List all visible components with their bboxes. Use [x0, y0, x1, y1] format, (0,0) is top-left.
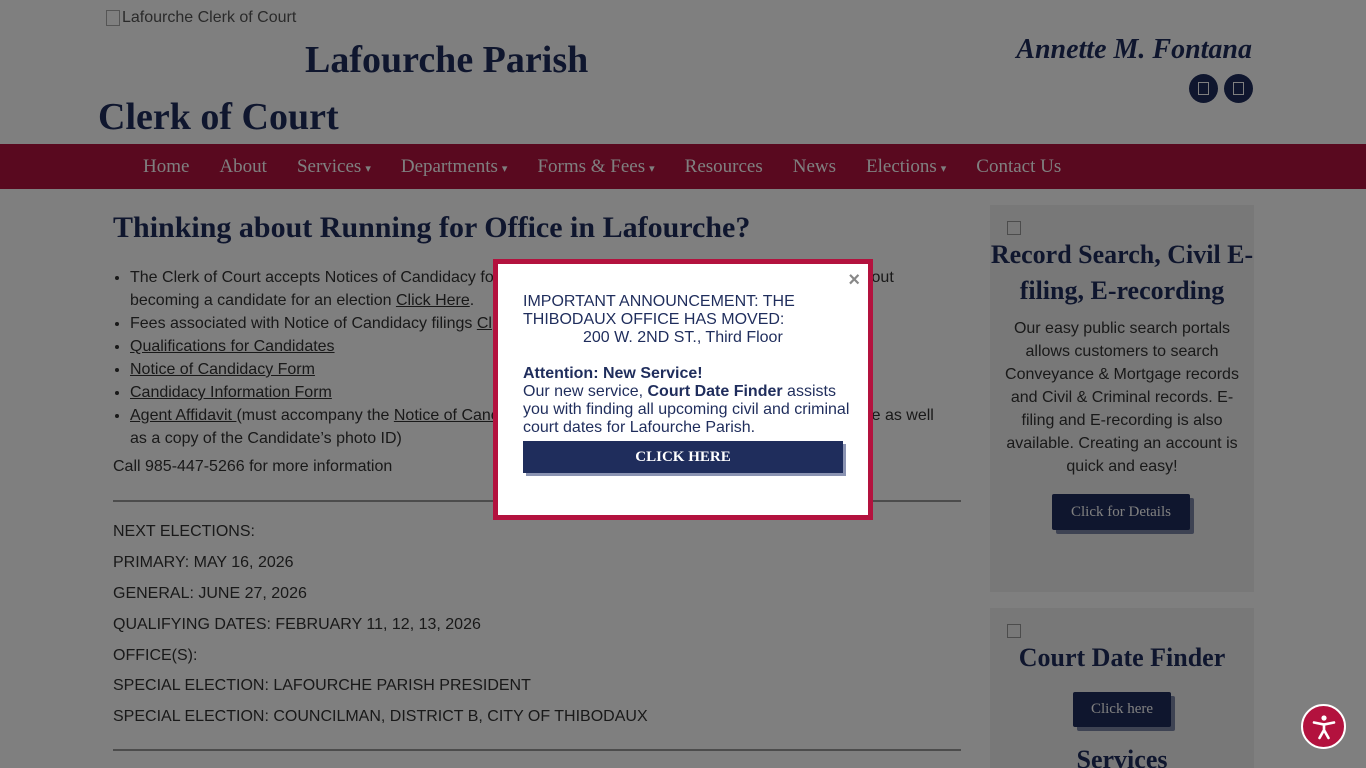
announcement-modal: × IMPORTANT ANNOUNCEMENT: THE THIBODAUX … — [493, 259, 873, 520]
accessibility-icon[interactable] — [1301, 704, 1346, 749]
announcement-line2: THIBODAUX OFFICE HAS MOVED: — [523, 311, 785, 328]
modal-body: IMPORTANT ANNOUNCEMENT: THE THIBODAUX OF… — [523, 293, 853, 437]
click-here-button[interactable]: CLICK HERE — [523, 441, 843, 473]
announcement-line1: IMPORTANT ANNOUNCEMENT: THE — [523, 293, 795, 310]
attention-heading: Attention: New Service! — [523, 365, 703, 382]
close-icon[interactable]: × — [848, 270, 860, 290]
new-address: 200 W. 2ND ST., Third Floor — [583, 329, 783, 346]
service-description: Our new service, Court Date Finder assis… — [523, 383, 850, 436]
